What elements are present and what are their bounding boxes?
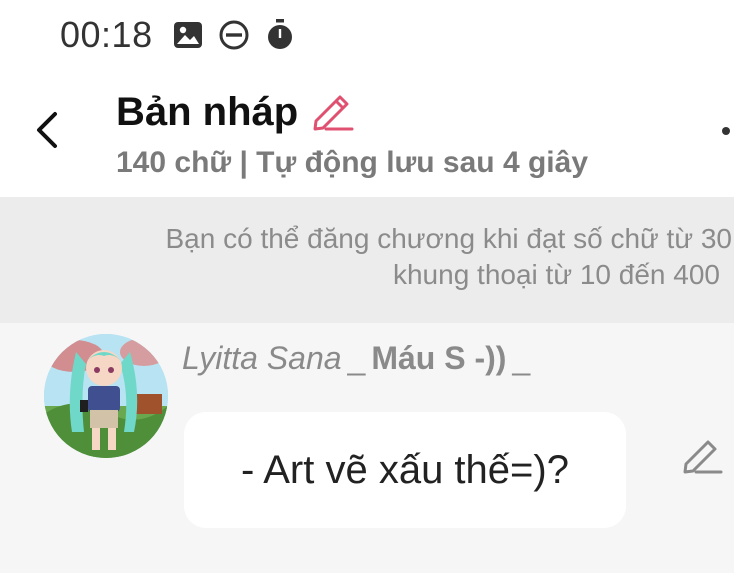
name-separator: _ xyxy=(347,340,366,376)
title-row: Bản nháp xyxy=(116,88,356,136)
page-title: Bản nháp xyxy=(116,89,299,134)
notice-line-1: Bạn có thể đăng chương khi đạt số chữ từ… xyxy=(165,223,733,254)
status-icons xyxy=(172,18,296,52)
status-time: 00:18 xyxy=(60,14,153,55)
pencil-icon xyxy=(683,440,723,474)
avatar[interactable] xyxy=(44,334,168,458)
character-avatar-image xyxy=(44,334,168,458)
more-dot-icon xyxy=(722,127,730,135)
character-note: Máu S -)) xyxy=(371,340,507,376)
edit-message-button[interactable] xyxy=(680,434,724,478)
back-button[interactable] xyxy=(22,104,70,156)
image-icon xyxy=(172,19,204,51)
pencil-icon xyxy=(313,95,354,131)
publish-notice: Bạn có thể đăng chương khi đạt số chữ từ… xyxy=(0,197,734,323)
do-not-disturb-icon xyxy=(218,19,250,51)
message-text: - Art vẽ xấu thế=)? xyxy=(241,447,569,492)
name-separator: _ xyxy=(512,340,531,376)
app-header: 00:18 Bản nháp 140 chữ | Tự động lưu sau… xyxy=(0,0,734,197)
chevron-left-icon xyxy=(37,112,57,148)
timer-icon xyxy=(264,18,296,52)
character-name: Lyitta Sana xyxy=(182,340,342,376)
draft-status: 140 chữ | Tự động lưu sau 4 giây xyxy=(116,146,589,179)
more-menu-button[interactable] xyxy=(722,124,732,138)
message-bubble[interactable]: - Art vẽ xấu thế=)? xyxy=(184,412,626,528)
character-name-line: Lyitta Sana _ Máu S -)) _ xyxy=(182,340,530,377)
notice-line-2: khung thoại từ 10 đến 400 xyxy=(392,259,720,290)
rename-title-button[interactable] xyxy=(308,88,356,136)
